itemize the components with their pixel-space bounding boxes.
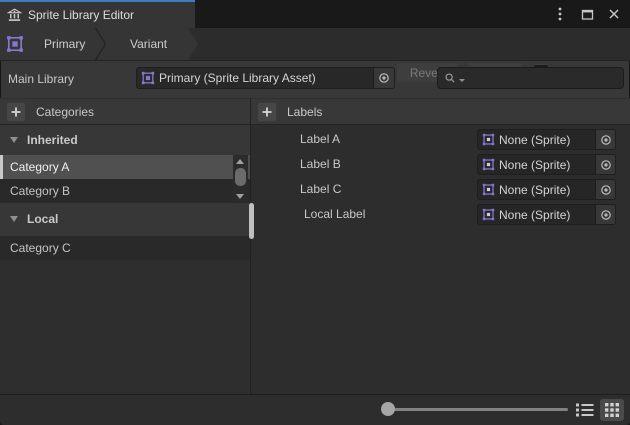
sprite-object-body: None (Sprite) <box>478 180 595 199</box>
sprite-library-icon <box>141 71 155 85</box>
label-name[interactable]: Label B <box>300 157 341 171</box>
panel-scrollbar-thumb[interactable] <box>249 203 254 239</box>
sprite-object-value: None (Sprite) <box>499 133 570 147</box>
sprite-library-editor-window: Sprite Library Editor Primary Variant <box>0 0 630 425</box>
object-picker-button[interactable] <box>373 68 394 88</box>
categories-header: Categories <box>36 105 94 119</box>
foldout-local-label: Local <box>27 212 58 226</box>
scrollbar-thumb[interactable] <box>235 168 246 186</box>
label-row[interactable]: Label A None (Sprite) <box>251 127 630 152</box>
titlebar: Sprite Library Editor <box>0 0 630 28</box>
tab-sprite-library-editor[interactable]: Sprite Library Editor <box>0 0 195 28</box>
sprite-object-body: None (Sprite) <box>478 205 595 224</box>
foldout-inherited-label: Inherited <box>27 133 78 147</box>
add-label-button[interactable] <box>257 102 277 122</box>
plus-icon <box>10 106 22 118</box>
sprite-object-body: None (Sprite) <box>478 155 595 174</box>
search-field[interactable] <box>437 67 624 89</box>
label-row[interactable]: Label B None (Sprite) <box>251 152 630 177</box>
panel-headers: Categories Labels <box>0 98 630 125</box>
scroll-up-arrow-icon[interactable] <box>236 159 244 164</box>
object-picker-icon <box>600 184 612 196</box>
sprite-icon <box>482 183 495 196</box>
foldout-arrow-icon <box>10 216 18 222</box>
search-filter-caret-icon[interactable] <box>459 79 465 82</box>
categories-panel: Inherited Category A Category B Local Ca… <box>0 125 250 394</box>
library-building-icon <box>7 8 22 23</box>
sprite-object-field[interactable]: None (Sprite) <box>477 204 616 225</box>
label-name[interactable]: Local Label <box>304 207 365 221</box>
sprite-object-field[interactable]: None (Sprite) <box>477 129 616 150</box>
object-picker-button[interactable] <box>595 180 615 199</box>
close-icon[interactable] <box>607 6 621 22</box>
list-view-icon <box>576 403 594 417</box>
foldout-inherited[interactable]: Inherited <box>0 128 250 152</box>
foldout-arrow-icon <box>10 137 18 143</box>
labels-panel: Label A None (Sprite) <box>251 125 630 394</box>
sprite-object-field[interactable]: None (Sprite) <box>477 154 616 175</box>
breadcrumb: Primary Variant <box>0 28 198 60</box>
footer-bar <box>0 394 630 425</box>
sprite-icon <box>482 208 495 221</box>
object-picker-icon <box>378 72 390 84</box>
toolbar: Primary Variant Revert Save Auto Save <box>0 28 630 61</box>
search-input[interactable] <box>467 71 617 85</box>
sprite-object-field[interactable]: None (Sprite) <box>477 179 616 200</box>
labels-header: Labels <box>287 105 322 119</box>
label-name[interactable]: Label C <box>300 182 341 196</box>
foldout-local[interactable]: Local <box>0 207 250 231</box>
main-library-label: Main Library <box>8 72 74 86</box>
label-row-local[interactable]: Local Label None (Sprite) <box>251 202 630 227</box>
sprite-object-value: None (Sprite) <box>499 208 570 222</box>
object-picker-icon <box>600 209 612 221</box>
sprite-object-body: None (Sprite) <box>478 130 595 149</box>
main-library-object-body: Primary (Sprite Library Asset) <box>137 68 373 88</box>
object-picker-icon <box>600 159 612 171</box>
sprite-object-value: None (Sprite) <box>499 183 570 197</box>
sprite-object-value: None (Sprite) <box>499 158 570 172</box>
more-menu-icon[interactable] <box>553 6 567 22</box>
main-library-object-value: Primary (Sprite Library Asset) <box>159 71 316 85</box>
object-picker-icon <box>600 134 612 146</box>
window-controls <box>553 0 621 28</box>
grid-view-icon <box>605 403 619 417</box>
grid-view-button[interactable] <box>600 399 624 421</box>
plus-icon <box>261 106 273 118</box>
breadcrumb-chevron-separator <box>0 28 198 60</box>
category-row-a[interactable]: Category A <box>0 155 250 179</box>
search-icon <box>444 72 457 85</box>
maximize-icon[interactable] <box>580 6 594 22</box>
thumbnail-zoom-slider[interactable] <box>388 408 568 411</box>
object-picker-button[interactable] <box>595 205 615 224</box>
category-list-scrollbar[interactable] <box>233 155 248 203</box>
scroll-down-arrow-icon[interactable] <box>236 194 244 199</box>
add-category-button[interactable] <box>6 102 26 122</box>
object-picker-button[interactable] <box>595 130 615 149</box>
tab-title: Sprite Library Editor <box>28 8 134 22</box>
label-name[interactable]: Label A <box>300 132 340 146</box>
sprite-icon <box>482 158 495 171</box>
sprite-icon <box>482 133 495 146</box>
object-picker-button[interactable] <box>595 155 615 174</box>
list-view-button[interactable] <box>573 399 597 421</box>
category-row-b[interactable]: Category B <box>0 179 250 203</box>
label-row[interactable]: Label C None (Sprite) <box>251 177 630 202</box>
slider-thumb[interactable] <box>381 402 395 416</box>
main-library-object-field[interactable]: Primary (Sprite Library Asset) <box>136 67 395 89</box>
category-row-c[interactable]: Category C <box>0 236 250 260</box>
